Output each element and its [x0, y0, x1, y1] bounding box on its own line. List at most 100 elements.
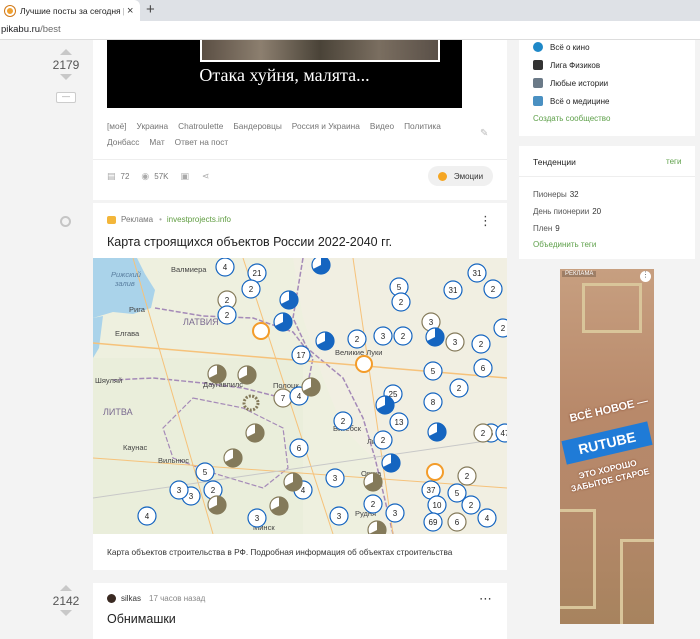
- map-marker[interactable]: [311, 258, 331, 275]
- trend-item[interactable]: Плен 9: [533, 224, 560, 233]
- map-marker[interactable]: 31: [467, 263, 487, 283]
- map-marker[interactable]: 2: [449, 378, 469, 398]
- map-marker[interactable]: [425, 327, 445, 347]
- map-marker[interactable]: [375, 395, 395, 415]
- map-marker[interactable]: 4: [215, 258, 235, 277]
- bookmark-icon[interactable]: ▣: [181, 171, 190, 182]
- tag[interactable]: Ответ на пост: [175, 134, 229, 150]
- browser-tab[interactable]: Лучшие посты за сегодня | Пикабу ×: [0, 0, 140, 21]
- map-marker[interactable]: [237, 365, 257, 385]
- map-marker[interactable]: 2: [217, 305, 237, 325]
- post-title[interactable]: Обнимашки: [107, 612, 176, 626]
- more-options-icon[interactable]: ⋮: [479, 213, 492, 229]
- map-marker[interactable]: 3: [325, 468, 345, 488]
- map-marker[interactable]: 2: [363, 494, 383, 514]
- new-tab-button[interactable]: +: [146, 1, 155, 18]
- map-marker[interactable]: 2: [461, 495, 481, 515]
- video-player[interactable]: Отака хуйня, малята...: [107, 40, 462, 108]
- pause-marker-icon[interactable]: [426, 463, 444, 481]
- hide-post-button[interactable]: —: [56, 92, 76, 103]
- map-marker[interactable]: [269, 496, 289, 516]
- map-marker[interactable]: [207, 495, 227, 515]
- map-marker[interactable]: 3: [373, 326, 393, 346]
- map-marker[interactable]: 2: [391, 292, 411, 312]
- tag[interactable]: Chatroulette: [178, 118, 223, 134]
- tag[interactable]: Видео: [370, 118, 394, 134]
- map-marker[interactable]: 2: [241, 279, 261, 299]
- downvote-icon[interactable]: [60, 74, 72, 80]
- upvote-icon[interactable]: [60, 49, 72, 55]
- map-marker[interactable]: 31: [443, 280, 463, 300]
- map-marker[interactable]: [381, 453, 401, 473]
- author-name[interactable]: silkas: [121, 594, 141, 603]
- map-marker[interactable]: [279, 290, 299, 310]
- upvote-icon[interactable]: [60, 585, 72, 591]
- map-marker[interactable]: 3: [385, 503, 405, 523]
- community-item[interactable]: Любые истории: [533, 78, 608, 88]
- map-marker[interactable]: 2: [457, 466, 477, 486]
- pencil-icon[interactable]: ✎: [480, 128, 488, 139]
- tag[interactable]: Политика: [404, 118, 441, 134]
- ad-link[interactable]: investprojects.info: [167, 215, 231, 224]
- map-marker[interactable]: 3: [169, 480, 189, 500]
- tag[interactable]: Бандеровцы: [233, 118, 281, 134]
- community-item[interactable]: Всё о медицине: [533, 96, 610, 106]
- map-marker[interactable]: [223, 448, 243, 468]
- map-marker[interactable]: 2: [373, 430, 393, 450]
- downvote-icon[interactable]: [60, 610, 72, 616]
- map-marker[interactable]: 2: [471, 334, 491, 354]
- map-marker[interactable]: [207, 364, 227, 384]
- community-item[interactable]: Лига Физиков: [533, 60, 600, 70]
- rutube-banner-ad[interactable]: РЕКЛАМА ⋮ ВСЁ НОВОЕ — RUTUBE ЭТО ХОРОШО …: [560, 269, 654, 624]
- map-marker[interactable]: [367, 520, 387, 534]
- comment-icon[interactable]: ▤: [107, 171, 116, 182]
- map-marker[interactable]: 6: [289, 438, 309, 458]
- map-marker[interactable]: 2: [347, 329, 367, 349]
- map-marker[interactable]: 3: [247, 508, 267, 528]
- map-marker[interactable]: [363, 472, 383, 492]
- more-options-icon[interactable]: ⋯: [479, 591, 492, 607]
- post-title[interactable]: Карта строящихся объектов России 2022-20…: [107, 235, 392, 249]
- map-marker[interactable]: 3: [445, 332, 465, 352]
- merge-tags-link[interactable]: Объединить теги: [533, 240, 596, 249]
- emotions-button[interactable]: Эмоции: [428, 166, 493, 186]
- map-marker[interactable]: 8: [423, 392, 443, 412]
- map-marker[interactable]: 5: [423, 361, 443, 381]
- map-marker[interactable]: [315, 331, 335, 351]
- map-marker[interactable]: [427, 422, 447, 442]
- trends-tags-link[interactable]: теги: [666, 157, 681, 166]
- address-bar[interactable]: pikabu.ru/best: [0, 21, 700, 40]
- avatar[interactable]: [107, 594, 116, 603]
- tag[interactable]: [моё]: [107, 118, 127, 134]
- map-marker[interactable]: [301, 377, 321, 397]
- map-marker[interactable]: 13: [389, 412, 409, 432]
- share-icon[interactable]: ⋖: [202, 171, 210, 182]
- construction-map[interactable]: Рижскийзалив Валмиера Рига Елгава ЛАТВИЯ Шяул…: [93, 258, 507, 534]
- map-marker[interactable]: [283, 472, 303, 492]
- map-marker[interactable]: [273, 312, 293, 332]
- tag[interactable]: Донбасс: [107, 134, 139, 150]
- trend-item[interactable]: День пионерии 20: [533, 207, 601, 216]
- map-marker[interactable]: 6: [447, 512, 467, 532]
- tag[interactable]: Россия и Украина: [292, 118, 360, 134]
- map-marker[interactable]: [245, 423, 265, 443]
- map-marker[interactable]: 4: [477, 508, 497, 528]
- map-marker[interactable]: 2: [393, 326, 413, 346]
- community-item[interactable]: Всё о кино: [533, 42, 590, 52]
- trend-item[interactable]: Пионеры 32: [533, 190, 579, 199]
- comment-count[interactable]: 72: [121, 172, 130, 181]
- map-marker[interactable]: 10: [427, 495, 447, 515]
- map-marker[interactable]: 2: [493, 318, 507, 338]
- map-marker[interactable]: 5: [195, 462, 215, 482]
- map-marker[interactable]: 2: [483, 279, 503, 299]
- tag[interactable]: Украина: [137, 118, 169, 134]
- map-marker[interactable]: 2: [473, 423, 493, 443]
- map-marker[interactable]: 4: [137, 506, 157, 526]
- map-marker[interactable]: 3: [329, 506, 349, 526]
- map-marker[interactable]: 2: [333, 411, 353, 431]
- create-community-link[interactable]: Создать сообщество: [533, 114, 610, 123]
- map-marker[interactable]: 21: [247, 263, 267, 283]
- tag[interactable]: Мат: [149, 134, 164, 150]
- map-marker[interactable]: 17: [291, 345, 311, 365]
- close-tab-icon[interactable]: ×: [127, 5, 133, 17]
